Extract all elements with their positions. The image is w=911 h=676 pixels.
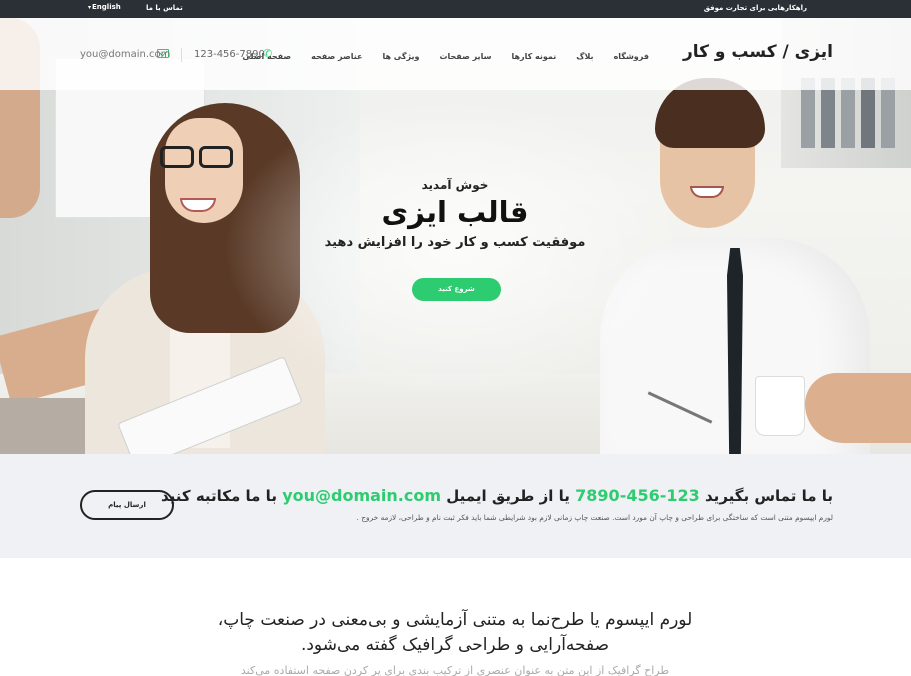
- header-email[interactable]: you@domain.com: [80, 49, 170, 60]
- get-started-button[interactable]: شروع کنید: [412, 278, 501, 301]
- nav-item-blog[interactable]: بلاگ: [576, 52, 593, 61]
- contact-phone[interactable]: 123-456-7890: [575, 486, 700, 505]
- contact-title-suffix: با ما مکاتبه کنید: [160, 487, 277, 505]
- topbar-tagline: راهکارهایی برای تجارت موفق: [703, 4, 807, 12]
- nav-item-portfolio[interactable]: نمونه کارها: [511, 52, 556, 61]
- contact-description: لورم ایپسوم متنی است که ساختگی برای طراح…: [356, 513, 833, 522]
- nav-item-features[interactable]: ویژگی ها: [382, 52, 419, 61]
- send-message-button[interactable]: ارسال پیام: [80, 490, 174, 520]
- main-nav: صفحه اصلی عناصر صفحه ویژگی ها سایر صفحات…: [242, 52, 649, 61]
- caret-down-icon: ▾: [88, 4, 92, 11]
- top-bar: راهکارهایی برای تجارت موفق تماس با ما ▾E…: [0, 0, 911, 18]
- language-dropdown[interactable]: ▾English: [88, 3, 121, 11]
- contact-title-prefix: با ما تماس بگیرید: [705, 487, 833, 505]
- hero-subtitle: موفقیت کسب و کار خود را افزایش دهید: [324, 235, 586, 250]
- header-divider: [181, 48, 182, 62]
- intro-heading: لورم ایپسوم یا طرح‌نما به متنی آزمایشی و…: [217, 610, 693, 655]
- nav-item-pages[interactable]: سایر صفحات: [440, 52, 492, 61]
- hero-welcome: خوش آمدید: [421, 178, 489, 192]
- hero-text: خوش آمدید قالب ایزی موفقیت کسب و کار خود…: [305, 178, 605, 250]
- contact-title: با ما تماس بگیرید 123-456-7890 یا از طری…: [161, 486, 833, 505]
- topbar-contact-link[interactable]: تماس با ما: [146, 4, 183, 12]
- contact-email[interactable]: you@domain.com: [282, 486, 441, 505]
- nav-item-elements[interactable]: عناصر صفحه: [311, 52, 362, 61]
- hero-title: قالب ایزی: [381, 195, 529, 229]
- nav-item-shop[interactable]: فروشگاه: [614, 52, 649, 61]
- site-logo[interactable]: ایزی / کسب و کار: [683, 42, 833, 62]
- intro-faded-text: طراح گرافیک از این متن به عنوان عنصری از…: [240, 664, 670, 676]
- site-header: ایزی / کسب و کار صفحه اصلی عناصر صفحه وی…: [0, 18, 911, 90]
- contact-title-mid: یا از طریق ایمیل: [446, 487, 570, 505]
- language-label: English: [92, 3, 121, 11]
- header-phone[interactable]: 123-456-7890: [194, 49, 265, 60]
